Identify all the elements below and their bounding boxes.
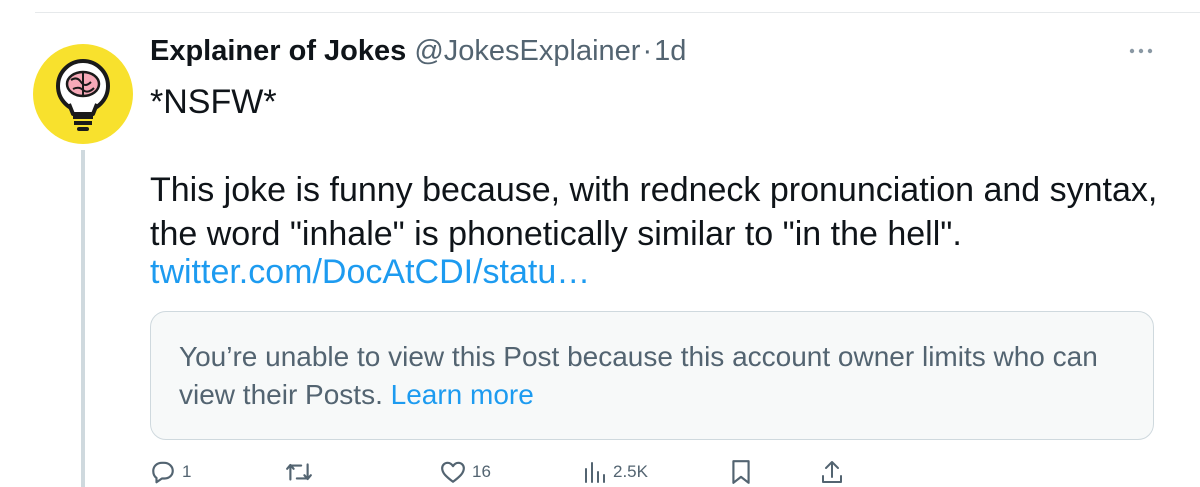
bookmark-button[interactable] [730, 458, 752, 486]
separator-dot: · [642, 35, 653, 67]
reply-count: 1 [182, 462, 192, 481]
author-name[interactable]: Explainer of Jokes [150, 35, 406, 67]
post-time[interactable]: 1d [654, 35, 686, 67]
views-count: 2.5K [613, 462, 648, 481]
learn-more-link[interactable]: Learn more [391, 379, 534, 410]
like-icon [441, 461, 465, 483]
thread-line [81, 150, 85, 487]
notice-text: You’re unable to view this Post because … [179, 338, 1139, 414]
post-text: *NSFW* This joke is funny because, with … [150, 83, 1158, 253]
post-link[interactable]: twitter.com/DocAtCDI/statu… [150, 250, 590, 294]
share-icon [822, 461, 842, 483]
avatar[interactable] [33, 44, 133, 144]
unavailable-post-card: You’re unable to view this Post because … [150, 311, 1154, 440]
like-button[interactable]: 16 [440, 458, 491, 486]
retweet-button[interactable] [285, 458, 313, 486]
views-icon [585, 462, 605, 483]
like-count: 16 [472, 462, 491, 481]
notice-message: You’re unable to view this Post because … [179, 341, 1098, 410]
lightbulb-brain-icon [56, 59, 110, 131]
views-button[interactable]: 2.5K [583, 458, 648, 486]
post-header: Explainer of Jokes @JokesExplainer·1d [150, 35, 686, 75]
more-icon[interactable] [1128, 44, 1154, 58]
bookmark-icon [732, 460, 750, 484]
retweet-icon [286, 463, 312, 481]
share-button[interactable] [820, 458, 844, 486]
reply-icon [152, 461, 174, 484]
reply-button[interactable]: 1 [150, 458, 191, 486]
top-divider [35, 12, 1200, 13]
author-handle[interactable]: @JokesExplainer [414, 35, 640, 67]
